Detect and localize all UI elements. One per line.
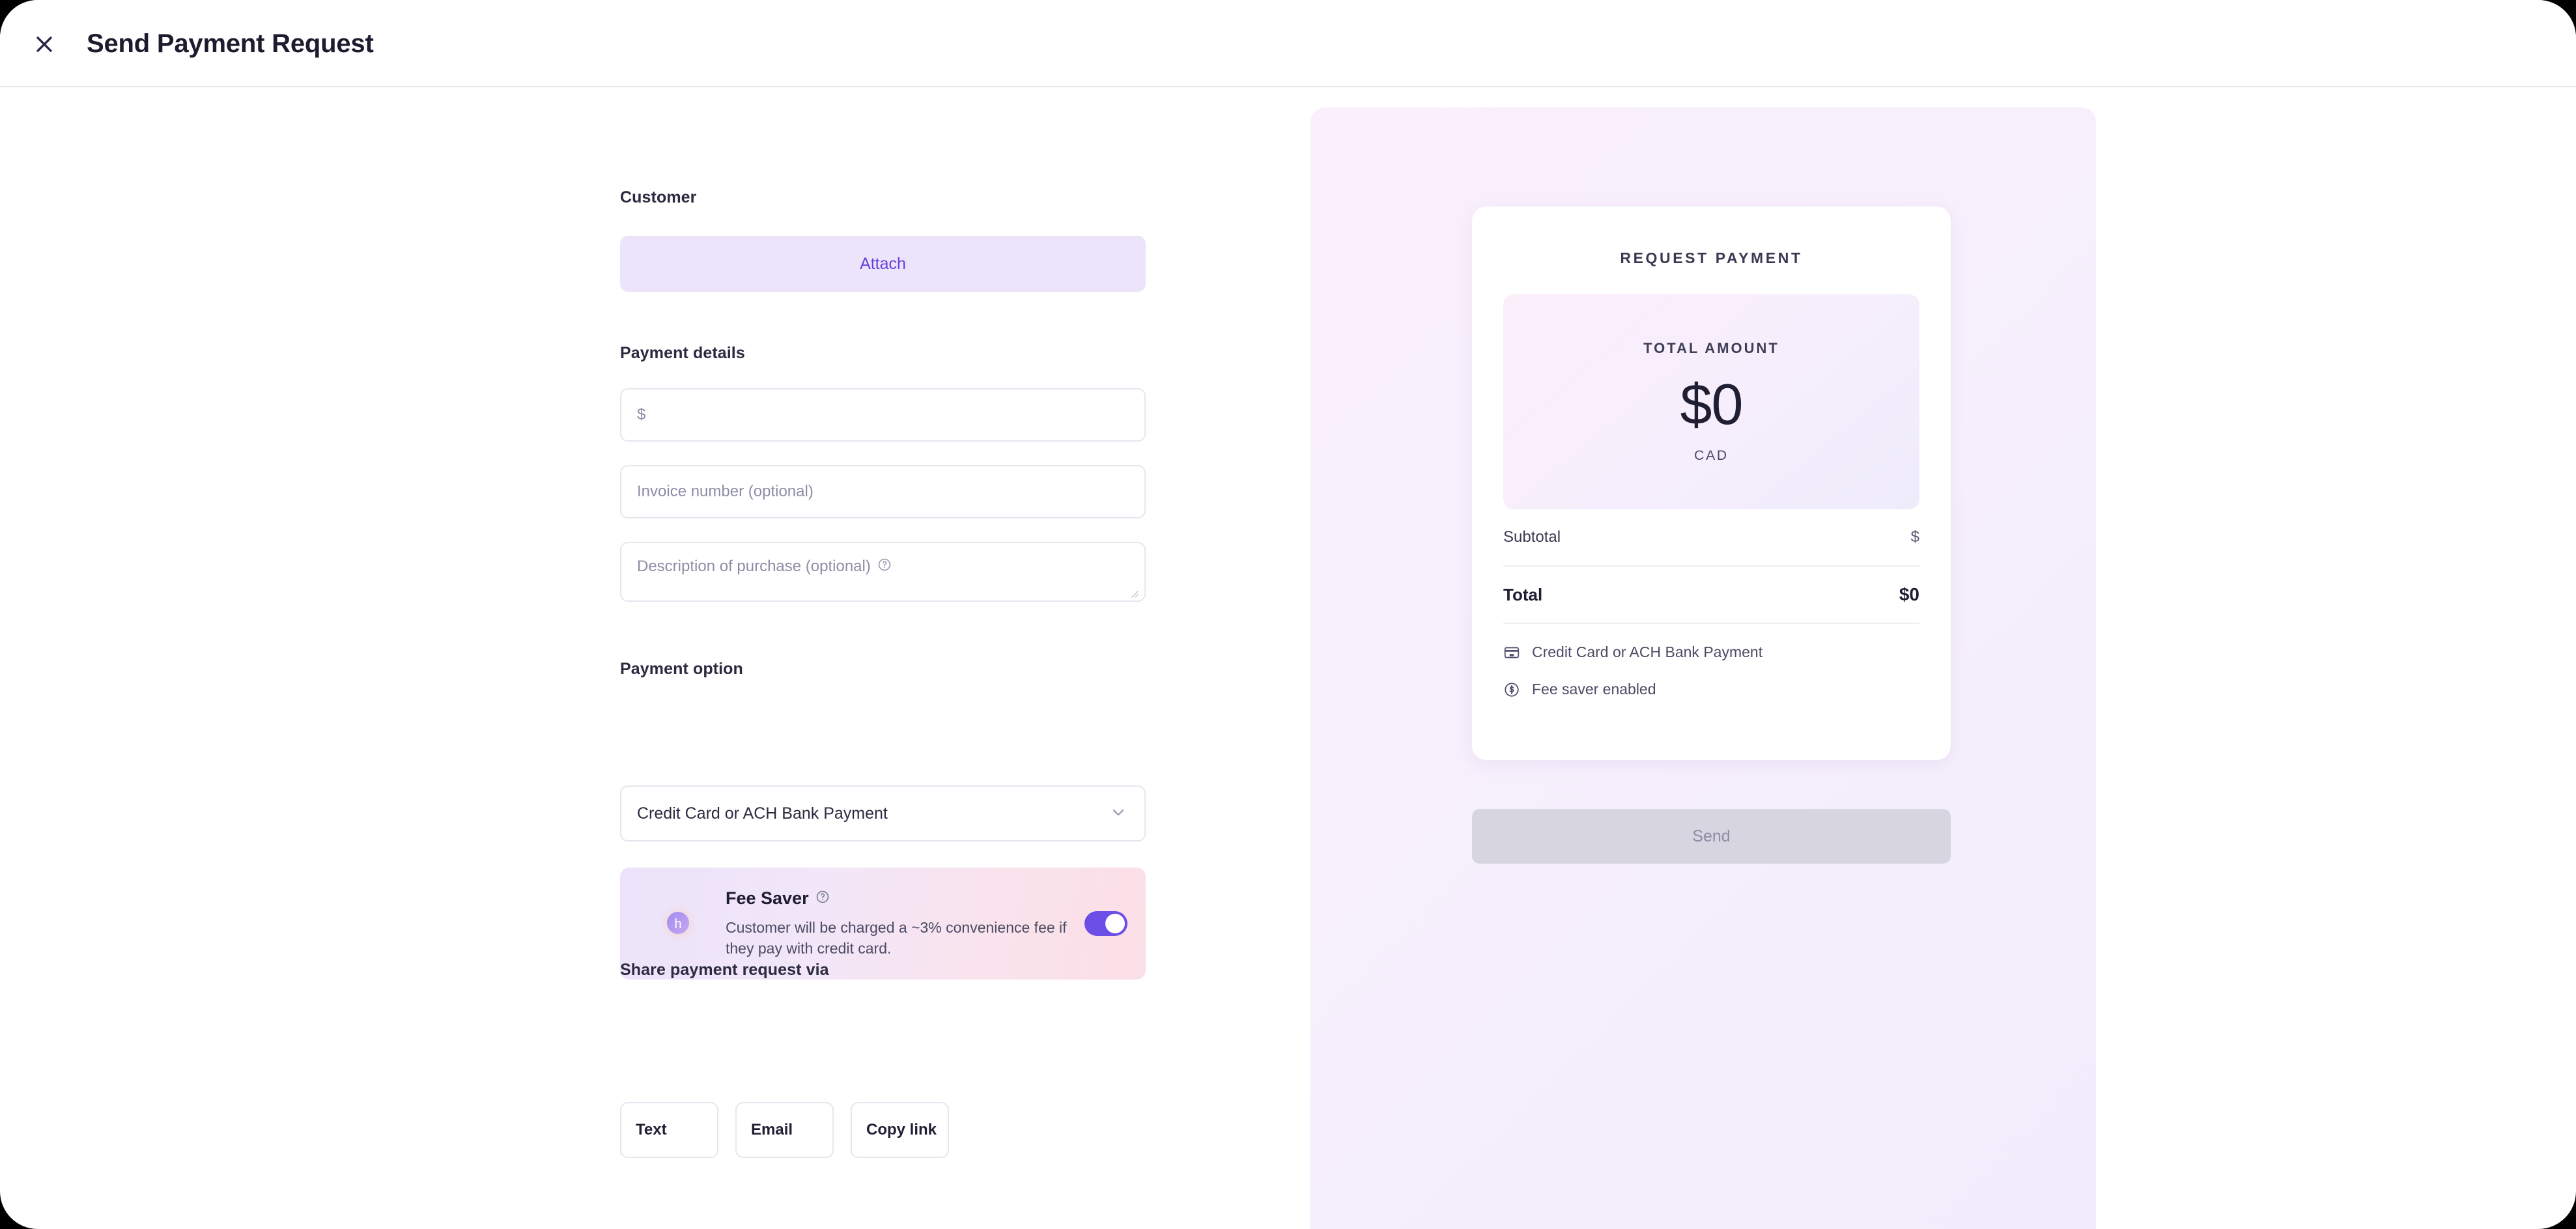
fee-saver-status-label: Fee saver enabled	[1532, 681, 1656, 698]
svg-text:h: h	[674, 917, 681, 931]
preview-heading: REQUEST PAYMENT	[1620, 249, 1803, 266]
credit-card-icon	[1503, 644, 1520, 661]
total-amount-value: $0	[1680, 372, 1744, 436]
invoice-placeholder: Invoice number (optional)	[637, 483, 814, 500]
total-value: $0	[1899, 584, 1919, 604]
window-header: Send Payment Request	[0, 0, 2576, 87]
meta-row-fee-saver: Fee saver enabled	[1503, 681, 1919, 698]
share-options-row: Text Email Copy link	[620, 1102, 949, 1158]
textarea-resize-handle[interactable]	[1127, 585, 1139, 598]
chevron-down-icon	[1109, 803, 1127, 825]
currency-label: CAD	[1694, 448, 1729, 463]
amount-placeholder: $	[637, 406, 646, 423]
send-button[interactable]: Send	[1472, 809, 1951, 864]
meta-row-payment-method: Credit Card or ACH Bank Payment	[1503, 643, 1919, 661]
share-email-button[interactable]: Email	[735, 1102, 834, 1158]
payment-preview-card: REQUEST PAYMENT TOTAL AMOUNT $0 CAD Subt…	[1472, 206, 1951, 760]
fee-saver-description: Customer will be charged a ~3% convenien…	[726, 919, 1067, 957]
description-placeholder: Description of purchase (optional)	[637, 558, 871, 575]
amount-input[interactable]: $	[620, 388, 1146, 442]
description-textarea[interactable]: Description of purchase (optional)	[620, 542, 1146, 602]
brand-logo-icon: h	[658, 903, 698, 944]
payment-request-window: Send Payment Request Customer Attach Pay…	[0, 0, 2576, 1229]
close-icon[interactable]	[29, 29, 60, 60]
payment-option-section-label: Payment option	[620, 660, 743, 678]
payment-option-select[interactable]: Credit Card or ACH Bank Payment	[620, 785, 1146, 841]
share-section-label: Share payment request via	[620, 961, 829, 979]
total-amount-label: TOTAL AMOUNT	[1643, 340, 1779, 356]
toggle-knob	[1105, 914, 1125, 933]
help-circle-icon[interactable]	[877, 558, 892, 576]
subtotal-label: Subtotal	[1503, 528, 1561, 546]
summary-row-total: Total $0	[1503, 567, 1919, 624]
total-label: Total	[1503, 584, 1543, 604]
preview-panel: REQUEST PAYMENT TOTAL AMOUNT $0 CAD Subt…	[1310, 107, 2096, 1229]
payment-method-label: Credit Card or ACH Bank Payment	[1532, 643, 1763, 660]
attach-customer-button[interactable]: Attach	[620, 236, 1146, 292]
payment-option-selected-value: Credit Card or ACH Bank Payment	[637, 804, 888, 823]
share-text-button[interactable]: Text	[620, 1102, 718, 1158]
summary-row-subtotal: Subtotal $	[1503, 509, 1919, 567]
customer-section-label: Customer	[620, 188, 697, 206]
dollar-circle-icon	[1503, 681, 1520, 698]
total-amount-block: TOTAL AMOUNT $0 CAD	[1503, 294, 1919, 509]
fee-saver-title: Fee Saver	[726, 888, 809, 909]
payment-details-section-label: Payment details	[620, 344, 745, 362]
help-circle-icon[interactable]	[815, 890, 830, 907]
share-copy-link-button[interactable]: Copy link	[851, 1102, 949, 1158]
fee-saver-toggle[interactable]	[1084, 911, 1127, 936]
page-title: Send Payment Request	[87, 29, 374, 58]
subtotal-value: $	[1910, 528, 1919, 546]
invoice-number-input[interactable]: Invoice number (optional)	[620, 465, 1146, 518]
